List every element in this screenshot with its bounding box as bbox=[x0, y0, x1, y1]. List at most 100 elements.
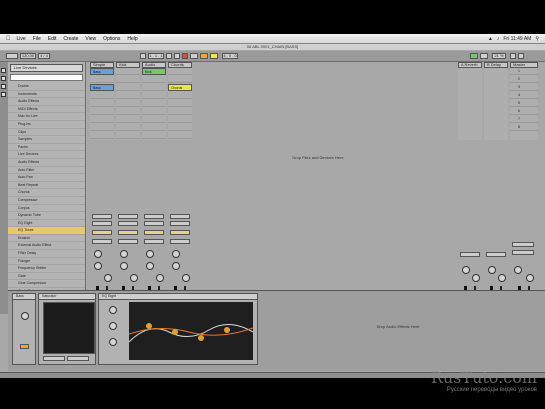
pan-knob[interactable] bbox=[498, 274, 506, 282]
browser-item[interactable]: Compressor bbox=[8, 197, 85, 205]
menu-live[interactable]: Live bbox=[17, 36, 26, 42]
clip-slot[interactable] bbox=[90, 124, 114, 131]
pan-knob[interactable] bbox=[130, 274, 138, 282]
clip-slot[interactable] bbox=[168, 100, 192, 107]
play-button[interactable] bbox=[166, 53, 172, 59]
clip-slot[interactable] bbox=[168, 116, 192, 123]
input-type-dropdown[interactable] bbox=[92, 214, 112, 219]
browser-title[interactable]: Live Devices bbox=[10, 64, 83, 72]
output-dropdown[interactable] bbox=[170, 239, 190, 244]
pan-knob[interactable] bbox=[156, 274, 164, 282]
device-knob[interactable] bbox=[21, 312, 29, 320]
cue-volume-knob[interactable] bbox=[514, 266, 522, 274]
browser-item[interactable]: Flanger bbox=[8, 258, 85, 266]
pan-knob[interactable] bbox=[526, 274, 534, 282]
cue-out-dropdown[interactable] bbox=[512, 242, 534, 247]
input-channel-dropdown[interactable] bbox=[118, 221, 138, 226]
menu-edit[interactable]: Edit bbox=[48, 36, 57, 42]
loop-button[interactable] bbox=[200, 53, 208, 59]
browser-search-input[interactable] bbox=[10, 74, 83, 81]
clip-slot[interactable] bbox=[116, 124, 140, 131]
loop-length-field[interactable]: 4 . 0 . 0 bbox=[222, 53, 238, 59]
device-bass[interactable]: Bass bbox=[12, 293, 36, 365]
send-b-knob[interactable] bbox=[146, 262, 154, 270]
monitor-button[interactable] bbox=[170, 230, 190, 235]
output-dropdown[interactable] bbox=[460, 252, 480, 257]
browser-item[interactable]: Corpus bbox=[8, 205, 85, 213]
volume-icon[interactable]: ♪ bbox=[497, 36, 500, 42]
browser-item[interactable]: Packs bbox=[8, 144, 85, 152]
device-eq-eight[interactable]: EQ Eight bbox=[98, 293, 258, 365]
apple-icon[interactable]:  bbox=[6, 36, 11, 42]
clock[interactable]: Fri 11:49 AM bbox=[503, 36, 531, 42]
eq-knob[interactable] bbox=[109, 322, 117, 330]
master-out-dropdown[interactable] bbox=[512, 250, 534, 255]
midi-map-button[interactable] bbox=[480, 53, 488, 59]
spotlight-icon[interactable]: ⚲ bbox=[535, 36, 539, 42]
scene-launch[interactable]: 6 bbox=[510, 108, 538, 115]
clip-slot[interactable] bbox=[142, 132, 166, 139]
scene-launch[interactable]: 2 bbox=[510, 76, 538, 83]
category-icon[interactable] bbox=[1, 68, 6, 73]
browser-item[interactable]: Instruments bbox=[8, 91, 85, 99]
send-b-knob[interactable] bbox=[94, 262, 102, 270]
output-dropdown[interactable] bbox=[486, 252, 506, 257]
browser-item[interactable]: Clips bbox=[8, 129, 85, 137]
clip-slot[interactable] bbox=[90, 92, 114, 99]
clip-slot[interactable] bbox=[142, 92, 166, 99]
browser-item[interactable]: MIDI Effects bbox=[8, 106, 85, 114]
clip-slot[interactable] bbox=[116, 68, 140, 75]
menu-view[interactable]: View bbox=[85, 36, 96, 42]
clip-slot[interactable] bbox=[90, 100, 114, 107]
browser-item[interactable]: Audio Effects bbox=[8, 159, 85, 167]
detail-drop-area[interactable]: Drop Audio Effects Here bbox=[268, 311, 528, 341]
menu-options[interactable]: Options bbox=[103, 36, 120, 42]
pan-knob[interactable] bbox=[472, 274, 480, 282]
scene-launch[interactable]: 5 bbox=[510, 100, 538, 107]
browser-item[interactable]: Frequency Shifter bbox=[8, 265, 85, 273]
clip[interactable]: Bass bbox=[90, 84, 114, 91]
clip-slot[interactable] bbox=[142, 116, 166, 123]
browser-item[interactable]: Glue Compressor bbox=[8, 280, 85, 289]
input-type-dropdown[interactable] bbox=[118, 214, 138, 219]
clip-slot[interactable] bbox=[90, 116, 114, 123]
browser-item[interactable]: EQ Three bbox=[8, 227, 85, 235]
browser-item[interactable]: External Audio Effect bbox=[8, 242, 85, 251]
send-b-knob[interactable] bbox=[172, 262, 180, 270]
browser-item[interactable]: Beat Repeat bbox=[8, 182, 85, 190]
send-a-knob[interactable] bbox=[146, 250, 154, 258]
device-saturator[interactable]: Saturator bbox=[38, 293, 96, 365]
send-knob[interactable] bbox=[462, 266, 470, 274]
category-icon[interactable] bbox=[1, 92, 6, 97]
clip-slot[interactable] bbox=[168, 76, 192, 83]
clip-slot[interactable] bbox=[142, 76, 166, 83]
scene-launch[interactable]: 8 bbox=[510, 124, 538, 131]
clip-slot[interactable] bbox=[142, 100, 166, 107]
clip-slot[interactable] bbox=[116, 116, 140, 123]
key-map-button[interactable] bbox=[470, 53, 478, 59]
wifi-icon[interactable]: ▲ bbox=[488, 36, 493, 42]
drop-area[interactable]: Drop Files and Devices Here bbox=[198, 97, 438, 217]
record-button[interactable] bbox=[182, 53, 188, 59]
clip-slot[interactable] bbox=[168, 132, 192, 139]
category-icon[interactable] bbox=[1, 84, 6, 89]
browser-item[interactable]: Auto Filter bbox=[8, 167, 85, 175]
clip-slot[interactable] bbox=[142, 124, 166, 131]
signature-field[interactable]: 4 / 4 bbox=[38, 53, 50, 59]
browser-item[interactable]: Gate bbox=[8, 273, 85, 281]
send-a-knob[interactable] bbox=[94, 250, 102, 258]
browser-item[interactable]: Chorus bbox=[8, 189, 85, 197]
clip-slot[interactable] bbox=[116, 92, 140, 99]
follow-button[interactable] bbox=[140, 53, 146, 59]
clip-slot[interactable] bbox=[116, 76, 140, 83]
output-dropdown[interactable] bbox=[92, 239, 112, 244]
monitor-button[interactable] bbox=[118, 230, 138, 235]
eq-knob[interactable] bbox=[109, 306, 117, 314]
clip-slot[interactable] bbox=[142, 84, 166, 91]
pan-knob[interactable] bbox=[182, 274, 190, 282]
clip[interactable]: Bass bbox=[90, 68, 114, 75]
browser-item[interactable]: Plug-ins bbox=[8, 121, 85, 129]
input-type-dropdown[interactable] bbox=[144, 214, 164, 219]
browser-item[interactable]: Samples bbox=[8, 136, 85, 144]
scene-launch[interactable]: 4 bbox=[510, 92, 538, 99]
